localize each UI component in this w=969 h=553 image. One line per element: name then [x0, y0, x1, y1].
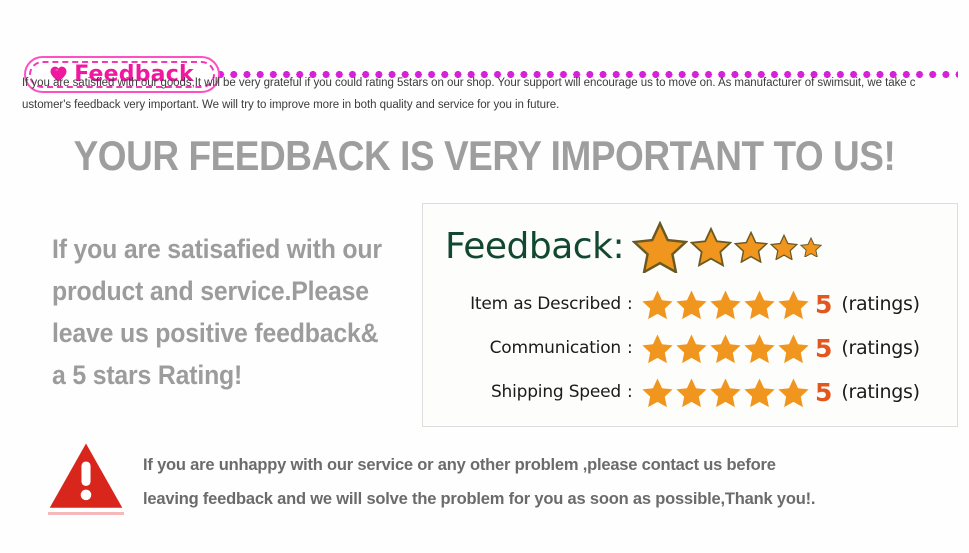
star-icon: [770, 233, 799, 261]
rating-row: Communication: 5 (ratings): [423, 326, 957, 370]
rating-row-unit: (ratings): [841, 337, 920, 359]
promo-line-2: product and service.Please: [52, 276, 369, 306]
intro-paragraph: If you are satisfied with our goods,It w…: [22, 72, 969, 116]
rating-row-score: 5: [815, 333, 833, 363]
decorative-star: [690, 219, 733, 275]
star-icon: [642, 289, 673, 319]
pink-accent-rule: [48, 512, 124, 515]
decorative-star-row: [632, 219, 823, 275]
star-icon: [778, 333, 809, 363]
star-icon: [734, 231, 769, 263]
promo-line-1: If you are satisafied with our: [52, 234, 382, 264]
star-icon: [710, 333, 741, 363]
promo-text: If you are satisafied with our product a…: [52, 228, 422, 396]
warning-text: If you are unhappy with our service or a…: [143, 448, 816, 516]
decorative-star: [632, 219, 689, 275]
star-icon: [676, 289, 707, 319]
star-icon: [800, 236, 823, 258]
intro-line-1: If you are satisfied with our goods,It w…: [22, 77, 916, 89]
decorative-star: [770, 219, 799, 275]
rating-row-unit: (ratings): [841, 293, 920, 315]
page-headline: YOUR FEEDBACK IS VERY IMPORTANT TO US!: [73, 132, 896, 179]
rating-row-score: 5: [815, 289, 833, 319]
rating-row-label: Item as Described: [470, 294, 621, 314]
rating-row-colon: :: [627, 338, 633, 358]
rating-row-unit: (ratings): [841, 381, 920, 403]
star-icon: [632, 220, 689, 274]
decorative-star: [800, 219, 823, 275]
rating-row: Shipping Speed: 5 (ratings): [423, 370, 957, 414]
star-icon: [744, 289, 775, 319]
star-icon: [676, 333, 707, 363]
rating-row-label: Shipping Speed: [490, 382, 621, 402]
rating-row-stars: [641, 289, 810, 320]
star-icon: [778, 289, 809, 319]
rating-row-colon: :: [627, 382, 633, 402]
star-icon: [778, 377, 809, 407]
star-icon: [642, 377, 673, 407]
rating-rows: Item as Described:5 (ratings) Communicatio…: [423, 282, 957, 414]
warning-line-1: If you are unhappy with our service or a…: [143, 456, 776, 474]
rating-row-colon: :: [627, 294, 633, 314]
feedback-rating-box: Feedback: Item as Described:5 (ratings) Co…: [422, 203, 958, 427]
rating-row-stars: [641, 377, 810, 408]
decorative-star: [734, 219, 769, 275]
star-icon: [744, 377, 775, 407]
rating-row-stars: [641, 333, 810, 364]
star-icon: [710, 289, 741, 319]
star-icon: [744, 333, 775, 363]
promo-line-4: a 5 stars Rating!: [52, 360, 243, 390]
promo-line-3: leave us positive feedback&: [52, 318, 379, 348]
intro-line-2: ustomer's feedback very important. We wi…: [22, 99, 560, 111]
feedback-box-title: Feedback:: [445, 226, 625, 267]
star-icon: [676, 377, 707, 407]
star-icon: [710, 377, 741, 407]
feedback-box-title-row: Feedback:: [423, 218, 957, 276]
rating-row-label: Communication: [489, 338, 622, 358]
rating-row: Item as Described: 5 (ratings): [423, 282, 957, 326]
warning-triangle-icon: [49, 443, 123, 508]
warning-section: If you are unhappy with our service or a…: [48, 440, 948, 516]
rating-row-score: 5: [815, 377, 833, 407]
star-icon: [690, 227, 733, 267]
warning-line-2: leaving feedback and we will solve the p…: [143, 490, 816, 508]
feedback-header: Feedback: [0, 27, 969, 93]
star-icon: [642, 333, 673, 363]
